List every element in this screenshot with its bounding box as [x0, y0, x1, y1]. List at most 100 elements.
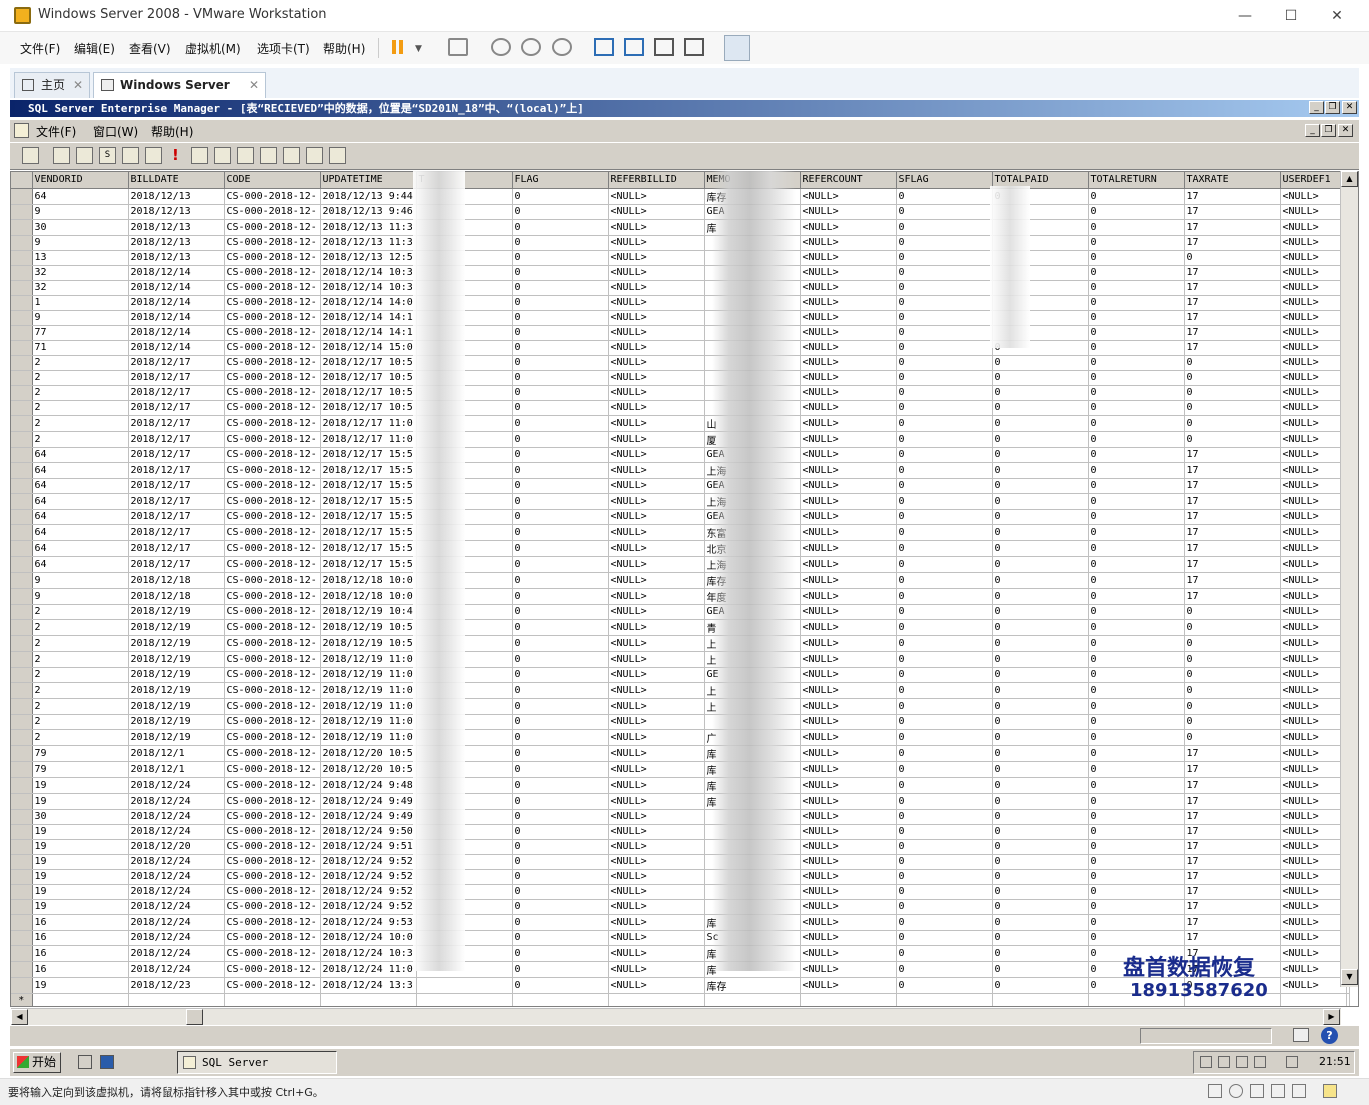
row-selector[interactable] [11, 698, 33, 715]
table-cell[interactable]: 2018/12/24 9:49 [320, 793, 417, 810]
table-cell[interactable]: 0 [512, 431, 609, 448]
table-cell[interactable] [512, 993, 609, 1006]
table-cell[interactable]: 2018/12/19 11:0 [320, 729, 417, 746]
table-cell[interactable]: <NULL> [800, 824, 897, 840]
table-cell[interactable]: 0 [896, 447, 993, 463]
table-cell[interactable]: 0 [992, 509, 1089, 525]
row-selector[interactable] [11, 824, 33, 840]
add-table-icon[interactable] [329, 147, 346, 164]
table-cell[interactable]: 2018/12/14 10:3 [320, 265, 417, 281]
table-row[interactable]: 19 2018/12/24 CS-000-2018-12- 2018/12/24 9:… [11, 824, 1350, 840]
table-cell[interactable]: 0 [992, 793, 1089, 810]
table-cell[interactable]: 2018/12/19 [128, 729, 225, 746]
table-row[interactable]: 2 2018/12/19 CS-000-2018-12- 2018/12/19 11:… [11, 698, 1350, 715]
table-row[interactable]: 77 2018/12/14 CS-000-2018-12- 2018/12/14 14… [11, 325, 1350, 341]
table-cell[interactable]: CS-000-2018-12- [224, 698, 321, 715]
table-row[interactable]: 2 2018/12/19 CS-000-2018-12- 2018/12/19 11:… [11, 667, 1350, 683]
table-cell[interactable]: 17 [1184, 588, 1281, 605]
table-cell[interactable]: 19 [32, 839, 129, 855]
taskbar-app-button[interactable]: SQL Server Enterpri... [177, 1051, 337, 1090]
table-row[interactable]: 19 2018/12/24 CS-000-2018-12- 2018/12/24 9:… [11, 869, 1350, 885]
row-selector[interactable] [11, 745, 33, 762]
table-cell[interactable]: 0 [992, 809, 1089, 825]
table-cell[interactable]: CS-000-2018-12- [224, 219, 321, 236]
table-cell[interactable]: <NULL> [608, 619, 705, 636]
table-cell[interactable]: 30 [32, 219, 129, 236]
mdi-minimize-button[interactable]: _ [1309, 101, 1324, 114]
table-cell[interactable]: 2018/12/13 [128, 250, 225, 266]
table-cell[interactable]: 0 [992, 698, 1089, 715]
table-cell[interactable]: 0 [1088, 824, 1185, 840]
table-cell[interactable]: 2018/12/17 10:5 [320, 370, 417, 386]
table-cell[interactable]: <NULL> [1280, 355, 1347, 371]
table-cell[interactable]: CS-000-2018-12- [224, 777, 321, 794]
table-cell[interactable]: 17 [1184, 462, 1281, 479]
table-cell[interactable]: 0 [896, 340, 993, 356]
table-cell[interactable]: 19 [32, 854, 129, 870]
child-minimize-button[interactable]: _ [1305, 124, 1320, 137]
table-cell[interactable]: 0 [512, 188, 609, 205]
table-cell[interactable]: 2018/12/14 [128, 325, 225, 341]
table-cell[interactable]: CS-000-2018-12- [224, 914, 321, 931]
table-cell[interactable]: <NULL> [608, 884, 705, 900]
table-cell[interactable] [128, 993, 225, 1006]
table-cell[interactable]: 17 [1184, 509, 1281, 525]
table-cell[interactable]: <NULL> [800, 619, 897, 636]
table-cell[interactable]: 2018/12/17 [128, 478, 225, 494]
table-cell[interactable]: 2018/12/13 [128, 235, 225, 251]
table-cell[interactable]: 9 [32, 572, 129, 589]
table-cell[interactable]: CS-000-2018-12- [224, 295, 321, 311]
table-row[interactable]: 2 2018/12/17 CS-000-2018-12- 2018/12/17 10:… [11, 385, 1350, 401]
table-cell[interactable]: 2018/12/24 9:52 [320, 854, 417, 870]
table-cell[interactable]: 0 [992, 977, 1089, 994]
table-cell[interactable]: 0 [896, 714, 993, 730]
table-cell[interactable]: 0 [512, 524, 609, 541]
table-cell[interactable]: <NULL> [608, 945, 705, 962]
table-cell[interactable]: 0 [896, 884, 993, 900]
table-cell[interactable]: 0 [512, 385, 609, 401]
table-cell[interactable]: <NULL> [1280, 714, 1347, 730]
table-cell[interactable]: <NULL> [608, 340, 705, 356]
table-cell[interactable]: 2018/12/17 15:5 [320, 540, 417, 557]
table-cell[interactable]: 0 [896, 235, 993, 251]
table-cell[interactable]: 0 [992, 572, 1089, 589]
table-cell[interactable]: <NULL> [1280, 977, 1347, 994]
table-cell[interactable]: 0 [512, 355, 609, 371]
table-cell[interactable]: 0 [992, 370, 1089, 386]
table-cell[interactable]: 0 [512, 619, 609, 636]
table-cell[interactable]: 2018/12/17 11:0 [320, 415, 417, 432]
table-cell[interactable]: 0 [896, 385, 993, 401]
table-cell[interactable]: 17 [1184, 793, 1281, 810]
table-cell[interactable]: 0 [992, 729, 1089, 746]
table-cell[interactable]: 17 [1184, 914, 1281, 931]
table-cell[interactable]: 2018/12/13 [128, 188, 225, 205]
table-cell[interactable]: 0 [512, 761, 609, 778]
table-cell[interactable]: 17 [1184, 340, 1281, 356]
table-cell[interactable]: 0 [1184, 619, 1281, 636]
table-row[interactable]: 71 2018/12/14 CS-000-2018-12- 2018/12/14 15… [11, 340, 1350, 356]
tab-vm[interactable]: Windows Server 2008 ✕ [93, 72, 266, 116]
table-cell[interactable]: 2018/12/17 15:5 [320, 509, 417, 525]
table-cell[interactable]: <NULL> [1280, 493, 1347, 510]
table-cell[interactable]: 2018/12/19 [128, 698, 225, 715]
table-row[interactable]: 9 2018/12/14 CS-000-2018-12- 2018/12/14 14:… [11, 310, 1350, 326]
table-row[interactable]: 2 2018/12/19 CS-000-2018-12- 2018/12/19 11:… [11, 651, 1350, 668]
table-cell[interactable]: <NULL> [800, 729, 897, 746]
table-cell[interactable]: CS-000-2018-12- [224, 604, 321, 620]
table-cell[interactable]: 0 [512, 509, 609, 525]
help-icon[interactable]: ? [1321, 1027, 1338, 1044]
table-cell[interactable]: CS-000-2018-12- [224, 682, 321, 699]
table-cell[interactable]: 0 [512, 914, 609, 931]
table-cell[interactable]: 0 [1184, 250, 1281, 266]
table-cell[interactable]: 0 [896, 761, 993, 778]
table-cell[interactable] [416, 977, 513, 994]
table-cell[interactable]: 2018/12/17 15:5 [320, 462, 417, 479]
table-row[interactable]: 32 2018/12/14 CS-000-2018-12- 2018/12/14 10… [11, 265, 1350, 281]
table-cell[interactable]: CS-000-2018-12- [224, 961, 321, 978]
scroll-down-arrow-icon[interactable]: ▼ [1341, 969, 1358, 985]
table-cell[interactable]: 0 [512, 824, 609, 840]
table-row[interactable]: 9 2018/12/13 CS-000-2018-12- 2018/12/13 11:… [11, 235, 1350, 251]
tab-home[interactable]: 主页 ✕ [14, 72, 90, 98]
table-cell[interactable]: 17 [1184, 493, 1281, 510]
table-row[interactable]: 64 2018/12/17 CS-000-2018-12- 2018/12/17 15… [11, 509, 1350, 525]
